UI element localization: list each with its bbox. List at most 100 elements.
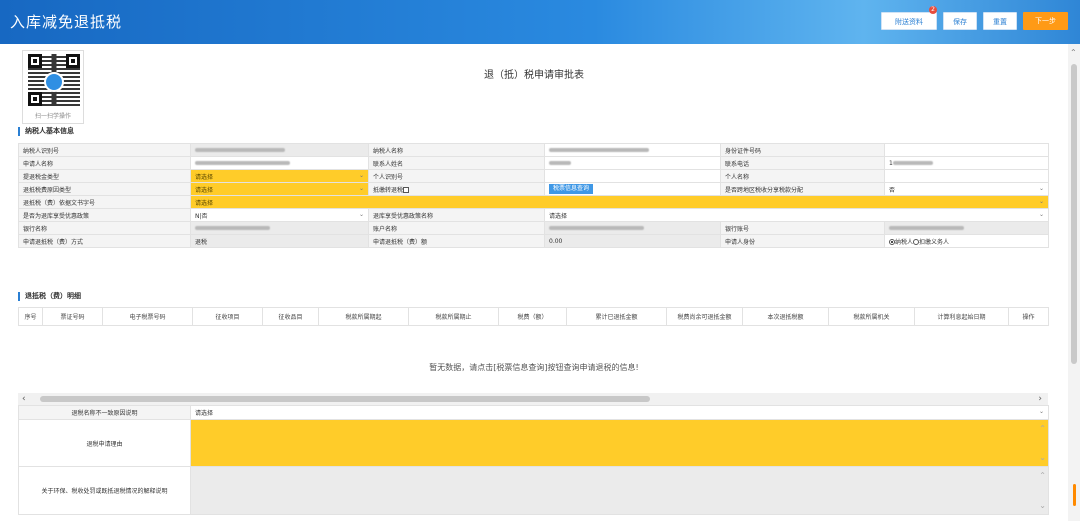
detail-col-10: 本次退抵税额 xyxy=(742,307,829,326)
label-bank-account: 银行账号 xyxy=(720,221,885,235)
tax-ticket-query-button[interactable]: 税票信息查询 xyxy=(549,184,594,194)
chevron-down-icon[interactable]: ⌄ xyxy=(1039,453,1046,462)
chevron-down-icon: ⌄ xyxy=(1038,198,1044,205)
refund-method-field: 退税 xyxy=(190,234,369,248)
identity-radio-taxpayer[interactable] xyxy=(889,239,895,245)
chevron-up-icon[interactable]: ⌃ xyxy=(1039,471,1046,480)
applicant-name-field xyxy=(190,156,369,170)
scrollbar-thumb[interactable] xyxy=(40,396,650,402)
offset-tax-cell: 抵缴转退税 xyxy=(368,182,545,196)
taxpayer-name-field xyxy=(544,143,721,157)
section-title-detail: 退抵税（费）明细 xyxy=(18,292,81,301)
reset-button[interactable]: 重置 xyxy=(983,12,1017,30)
reason-type-select[interactable]: 请选择 ⌄ xyxy=(190,182,369,196)
policy-name-value: 请选择 xyxy=(549,212,568,220)
label-account-name: 账户名称 xyxy=(368,221,545,235)
section-title-basic: 纳税人基本信息 xyxy=(18,127,74,136)
label-applicant-identity: 申请人身份 xyxy=(720,234,885,248)
label-personal-name: 个人名称 xyxy=(720,169,885,183)
chevron-left-icon[interactable]: ‹ xyxy=(22,393,26,405)
offset-tax-checkbox[interactable] xyxy=(403,187,410,193)
label-high-tech: 是否为退库享受优惠政策 xyxy=(18,208,191,222)
vertical-scrollbar[interactable]: ⌃ xyxy=(1068,44,1080,521)
detail-col-9: 税费尚余可退抵金额 xyxy=(666,307,743,326)
scrollbar-thumb[interactable] xyxy=(1071,64,1077,364)
cross-region-value: 否 xyxy=(889,186,896,194)
high-tech-value: N|否 xyxy=(195,212,208,220)
form-content: 扫一扫学操作 退（抵）税申请审批表 纳税人基本信息 纳税人识别号 纳税人名称 身… xyxy=(0,44,1068,521)
chevron-up-icon[interactable]: ⌃ xyxy=(1070,48,1077,57)
chevron-right-icon[interactable]: › xyxy=(1038,393,1042,405)
label-bank-name: 银行名称 xyxy=(18,221,191,235)
detail-table: 序号 票证号码 电子税票号码 征收项目 征收品目 税款所属期起 税款所属期止 税… xyxy=(18,307,1049,326)
chevron-down-icon: ⌄ xyxy=(1038,185,1044,192)
label-reason-type: 退抵税费原因类型 xyxy=(18,182,191,196)
label-refund-method: 申请退抵税（费）方式 xyxy=(18,234,191,248)
identity-option-withholder: 扣缴义务人 xyxy=(919,238,950,246)
contact-phone-field[interactable]: 1 xyxy=(884,156,1049,170)
id-number-field[interactable] xyxy=(884,143,1049,157)
detail-col-6: 税款所属期止 xyxy=(408,307,499,326)
identity-radio-withholder[interactable] xyxy=(913,239,920,245)
refund-amount-field: 0.00 xyxy=(544,234,721,248)
chevron-down-icon: ⌄ xyxy=(358,211,364,218)
detail-col-1: 票证号码 xyxy=(42,307,103,326)
label-id-number: 身份证件号码 xyxy=(720,143,885,157)
basis-doc-select[interactable]: 请选择 ⌄ xyxy=(190,195,1049,209)
query-cell: 税票信息查询 xyxy=(544,182,721,196)
chevron-down-icon: ⌄ xyxy=(358,185,364,192)
label-applicant-name: 申请人名称 xyxy=(18,156,191,170)
mismatch-value: 请选择 xyxy=(195,410,214,417)
label-taxpayer-id: 纳税人识别号 xyxy=(18,143,191,157)
horizontal-scrollbar[interactable]: ‹ › xyxy=(18,393,1048,405)
attachments-button[interactable]: 附送资料 xyxy=(881,12,937,30)
chevron-down-icon: ⌄ xyxy=(1038,211,1044,218)
detail-col-12: 计算利息起始日期 xyxy=(914,307,1009,326)
basis-doc-value: 请选择 xyxy=(195,199,214,207)
account-name-field xyxy=(544,221,721,235)
detail-col-2: 电子税票号码 xyxy=(102,307,193,326)
policy-name-select[interactable]: 请选择 ⌄ xyxy=(544,208,1049,222)
detail-header-row: 序号 票证号码 电子税票号码 征收项目 征收品目 税款所属期起 税款所属期止 税… xyxy=(18,307,1049,326)
chevron-down-icon: ⌄ xyxy=(358,172,364,179)
bank-account-field xyxy=(884,221,1049,235)
chevron-down-icon[interactable]: ⌄ xyxy=(1039,501,1046,510)
app-title: 入库减免退抵税 xyxy=(10,13,123,31)
taxpayer-id-field xyxy=(190,143,369,157)
label-contact-phone: 联系电话 xyxy=(720,156,885,170)
qr-code-panel[interactable]: 扫一扫学操作 xyxy=(22,50,84,124)
bank-name-field xyxy=(190,221,369,235)
app-header: 入库减免退抵税 附送资料 2 保存 重置 下一步 xyxy=(0,0,1080,44)
label-refund-amount: 申请退抵税（费）额 xyxy=(368,234,545,248)
label-personal-id: 个人识别号 xyxy=(368,169,545,183)
refund-type-value: 请选择 xyxy=(195,173,214,181)
chevron-up-icon[interactable]: ⌃ xyxy=(1039,424,1046,433)
high-tech-select[interactable]: N|否 ⌄ xyxy=(190,208,369,222)
next-button[interactable]: 下一步 xyxy=(1023,12,1068,30)
label-env-explanation: 关于环保、税收处罚或既抵退税情况的解释说明 xyxy=(18,466,191,515)
label-basis-doc: 退抵税（费）依据文书字号 xyxy=(18,195,191,209)
env-explanation-textarea[interactable]: ⌃ ⌄ xyxy=(190,466,1049,515)
save-button[interactable]: 保存 xyxy=(943,12,977,30)
detail-col-11: 税款所属机关 xyxy=(828,307,915,326)
personal-name-field[interactable] xyxy=(884,169,1049,183)
detail-col-0: 序号 xyxy=(18,307,43,326)
chevron-down-icon: ⌄ xyxy=(1038,408,1044,415)
personal-id-field[interactable] xyxy=(544,169,721,183)
refund-reason-textarea[interactable]: ⌃ ⌄ xyxy=(190,419,1049,467)
cross-region-select[interactable]: 否 ⌄ xyxy=(884,182,1049,196)
attachments-badge: 2 xyxy=(929,6,937,14)
detail-col-5: 税款所属期起 xyxy=(318,307,409,326)
contact-name-field[interactable] xyxy=(544,156,721,170)
label-policy-name: 退库享受优惠政策名称 xyxy=(368,208,545,222)
mismatch-select[interactable]: 请选择 ⌄ xyxy=(190,405,1049,420)
empty-message: 暂无数据，请点击[税票信息查询]按钮查询申请退税的信息! xyxy=(429,363,639,372)
qr-finder-icon xyxy=(28,92,42,106)
label-refund-type: 提退税金类型 xyxy=(18,169,191,183)
detail-col-7: 税费（额） xyxy=(498,307,567,326)
qr-caption: 扫一扫学操作 xyxy=(34,113,71,120)
label-offset-tax: 抵缴转退税 xyxy=(373,186,404,194)
refund-type-select[interactable]: 请选择 ⌄ xyxy=(190,169,369,183)
identity-option-taxpayer: 纳税人 xyxy=(895,238,914,246)
detail-col-13: 操作 xyxy=(1008,307,1049,326)
